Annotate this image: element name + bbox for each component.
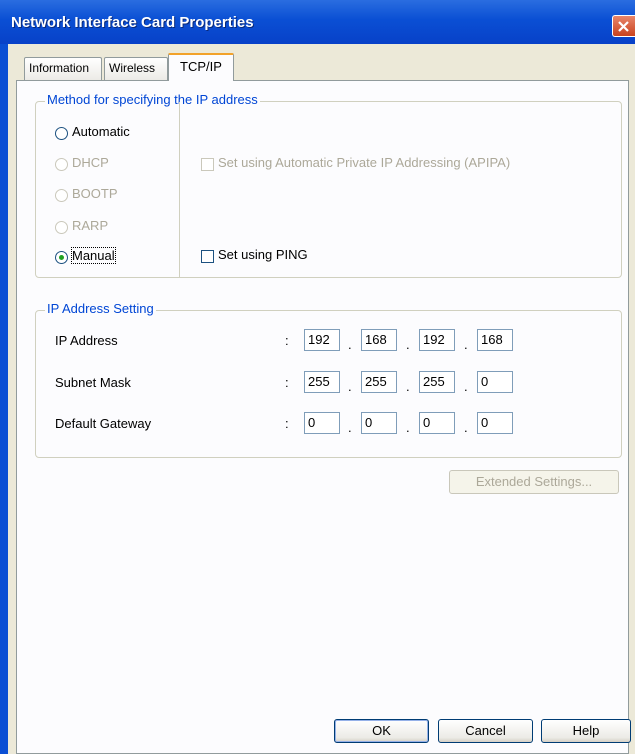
radio-rarp-label[interactable]: RARP [72,218,108,233]
radio-bootp[interactable] [55,189,68,202]
octet-dot: . [406,379,410,394]
apipa-checkbox[interactable] [201,158,214,171]
window-frame [0,44,8,754]
radio-manual-label[interactable]: Manual [71,247,116,264]
subnet-mask-octet-1[interactable]: 255 [304,371,340,393]
octet-dot: . [406,420,410,435]
default-gateway-octet-1[interactable]: 0 [304,412,340,434]
tab-information[interactable]: Information [24,57,102,80]
ping-label[interactable]: Set using PING [218,247,308,262]
octet-dot: . [348,420,352,435]
octet-dot: . [464,337,468,352]
tcpip-panel: Method for specifying the IP address Aut… [16,80,629,754]
radio-manual[interactable] [55,251,68,264]
subnet-mask-label: Subnet Mask [55,375,131,390]
method-group-legend: Method for specifying the IP address [45,92,260,107]
apipa-label[interactable]: Set using Automatic Private IP Addressin… [218,155,510,170]
radio-dhcp-label[interactable]: DHCP [72,155,109,170]
default-gateway-label: Default Gateway [55,416,152,431]
ok-button[interactable]: OK [334,719,429,743]
octet-dot: . [406,337,410,352]
octet-dot: . [348,337,352,352]
radio-dhcp[interactable] [55,158,68,171]
ip-address-label: IP Address [55,333,118,348]
radio-automatic[interactable] [55,127,68,140]
ping-checkbox[interactable] [201,250,214,263]
radio-rarp[interactable] [55,221,68,234]
ip-settings-legend: IP Address Setting [45,301,156,316]
ip-address-octet-1[interactable]: 192 [304,329,340,351]
dialog-window: Network Interface Card Properties Inform… [0,0,635,754]
subnet-mask-octet-2[interactable]: 255 [361,371,397,393]
extended-settings-button[interactable]: Extended Settings... [449,470,619,494]
close-button[interactable] [612,15,635,37]
subnet-mask-octet-3[interactable]: 255 [419,371,455,393]
tab-wireless[interactable]: Wireless [104,57,168,80]
default-gateway-octet-2[interactable]: 0 [361,412,397,434]
close-icon [618,21,629,32]
ip-address-octet-2[interactable]: 168 [361,329,397,351]
default-gateway-octet-3[interactable]: 0 [419,412,455,434]
colon-separator: : [285,375,289,390]
cancel-button[interactable]: Cancel [438,719,533,743]
colon-separator: : [285,333,289,348]
window-title: Network Interface Card Properties [11,14,254,31]
radio-automatic-label[interactable]: Automatic [72,124,130,139]
default-gateway-octet-4[interactable]: 0 [477,412,513,434]
title-bar[interactable]: Network Interface Card Properties [0,0,635,44]
radio-bootp-label[interactable]: BOOTP [72,186,118,201]
tab-label: TCP/IP [180,59,222,74]
ip-address-octet-4[interactable]: 168 [477,329,513,351]
help-button[interactable]: Help [541,719,631,743]
octet-dot: . [464,379,468,394]
octet-dot: . [464,420,468,435]
tab-label: Information [29,61,90,75]
octet-dot: . [348,379,352,394]
ip-address-octet-3[interactable]: 192 [419,329,455,351]
tab-tcpip[interactable]: TCP/IP [168,53,234,81]
radio-selected-dot [59,255,64,260]
method-divider [179,102,180,277]
tab-label: Wireless [109,61,156,75]
subnet-mask-octet-4[interactable]: 0 [477,371,513,393]
colon-separator: : [285,416,289,431]
